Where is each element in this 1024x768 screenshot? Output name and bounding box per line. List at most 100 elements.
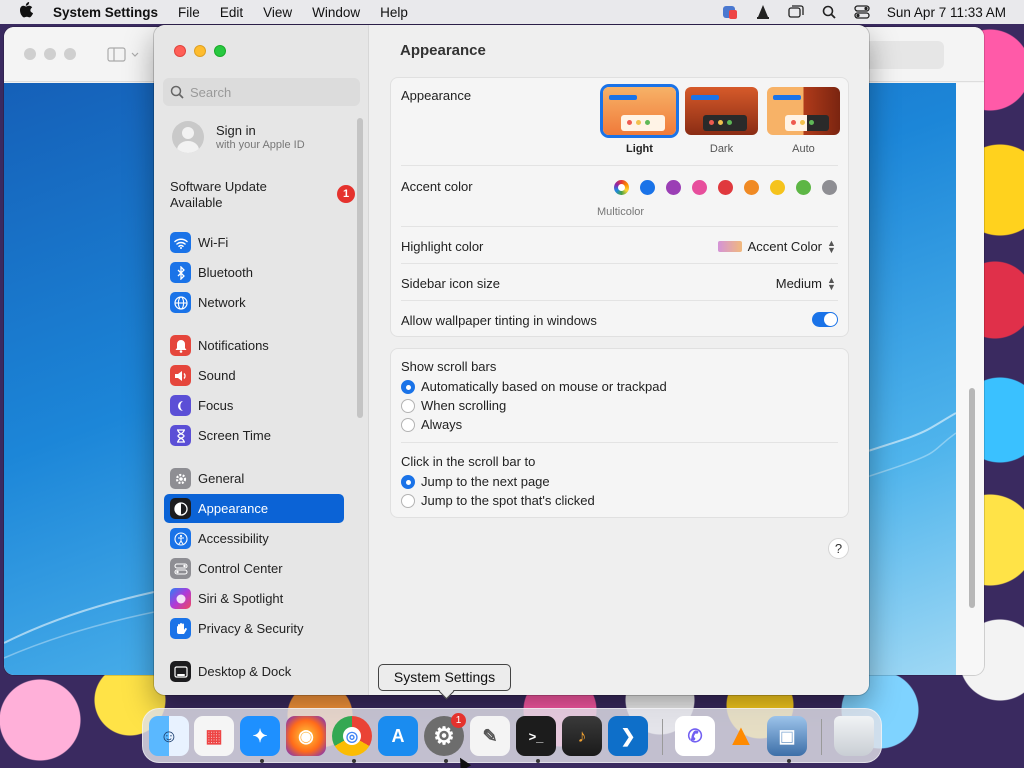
zoom-button[interactable] bbox=[214, 45, 226, 57]
apple-menu-icon[interactable] bbox=[0, 2, 52, 22]
accent-purple-swatch[interactable] bbox=[666, 180, 681, 195]
accent-graphite-swatch[interactable] bbox=[822, 180, 837, 195]
dock-icon bbox=[170, 661, 191, 682]
radio-selected[interactable] bbox=[401, 379, 415, 394]
appearance-dark-option[interactable] bbox=[685, 87, 758, 135]
menu-file[interactable]: File bbox=[168, 5, 210, 20]
jump-to-spot-option[interactable]: Jump to the spot that's clicked bbox=[401, 493, 595, 508]
main-pane: Appearance Appearance Light Dark Auto Ac… bbox=[370, 25, 869, 695]
chrome-icon[interactable]: ◎ bbox=[332, 716, 372, 756]
sidebar-item-wifi[interactable]: Wi-Fi bbox=[164, 228, 344, 257]
sidebar-item-notifications[interactable]: Notifications bbox=[164, 331, 344, 360]
background-window-scrollbar[interactable] bbox=[956, 83, 984, 675]
software-update-item[interactable]: Software Update Available 1 bbox=[170, 179, 355, 211]
sidebar-icon-size-popup[interactable]: Medium ▲ ▼ bbox=[776, 275, 836, 291]
minimize-button[interactable] bbox=[194, 45, 206, 57]
sidebar-item-desktop-dock[interactable]: Desktop & Dock bbox=[164, 657, 344, 686]
hand-icon bbox=[170, 618, 191, 639]
sidebar-item-label: Privacy & Security bbox=[198, 621, 304, 636]
search-icon[interactable] bbox=[821, 5, 837, 19]
vlc-icon[interactable]: ▲ bbox=[721, 716, 761, 756]
moon-icon bbox=[170, 395, 191, 416]
help-button[interactable]: ? bbox=[828, 538, 849, 559]
search-field[interactable]: Search bbox=[163, 78, 360, 106]
sidebar-item-privacy-security[interactable]: Privacy & Security bbox=[164, 614, 344, 643]
accent-pink-swatch[interactable] bbox=[692, 180, 707, 195]
menu-bar: System Settings File Edit View Window He… bbox=[0, 0, 1024, 24]
background-window-address-bar[interactable] bbox=[864, 41, 944, 69]
appearance-auto-label: Auto bbox=[792, 143, 815, 155]
accent-red-swatch[interactable] bbox=[718, 180, 733, 195]
menu-help[interactable]: Help bbox=[370, 5, 418, 20]
terminal-icon[interactable]: >_ bbox=[516, 716, 556, 756]
viber-icon[interactable]: ✆ bbox=[675, 716, 715, 756]
control-center-icon[interactable] bbox=[854, 5, 870, 19]
garageband-icon[interactable]: ♪ bbox=[562, 716, 602, 756]
launchpad-icon[interactable]: ▦ bbox=[194, 716, 234, 756]
radio-label: Always bbox=[421, 417, 463, 432]
sidebar-item-network[interactable]: Network bbox=[164, 288, 344, 317]
sidebar-item-control-center[interactable]: Control Center bbox=[164, 554, 344, 583]
sidebar: Search Sign in with your Apple ID Softwa… bbox=[154, 25, 369, 695]
highlight-swatch bbox=[717, 241, 742, 252]
sidebar-item-bluetooth[interactable]: Bluetooth bbox=[164, 258, 344, 287]
dock-separator bbox=[662, 719, 663, 755]
sidebar-item-focus[interactable]: Focus bbox=[164, 391, 344, 420]
radio-label: When scrolling bbox=[421, 398, 507, 413]
sidebar-item-accessibility[interactable]: Accessibility bbox=[164, 524, 344, 553]
trash-icon[interactable] bbox=[834, 716, 874, 756]
apple-id-signin[interactable]: Sign in with your Apple ID bbox=[172, 121, 305, 153]
sidebar-scrollbar[interactable] bbox=[357, 118, 363, 418]
firefox-icon[interactable]: ◉ bbox=[286, 716, 326, 756]
sidebar-item-siri-spotlight[interactable]: Siri & Spotlight bbox=[164, 584, 344, 613]
radio-unselected[interactable] bbox=[401, 417, 415, 432]
sidebar-item-label: Notifications bbox=[198, 338, 269, 353]
textedit-icon[interactable]: ✎ bbox=[470, 716, 510, 756]
close-button[interactable] bbox=[174, 45, 186, 57]
scroll-bars-always-option[interactable]: Always bbox=[401, 417, 462, 432]
sidebar-item-label: Sound bbox=[198, 368, 236, 383]
search-icon bbox=[170, 85, 184, 99]
avatar bbox=[172, 121, 204, 153]
radio-unselected[interactable] bbox=[401, 493, 415, 508]
accent-yellow-swatch[interactable] bbox=[770, 180, 785, 195]
preview-icon[interactable]: ▣ bbox=[767, 716, 807, 756]
menu-view[interactable]: View bbox=[253, 5, 302, 20]
sidebar-item-sound[interactable]: Sound bbox=[164, 361, 344, 390]
appearance-auto-option[interactable] bbox=[767, 87, 840, 135]
accent-blue-swatch[interactable] bbox=[640, 180, 655, 195]
vlc-icon[interactable] bbox=[755, 5, 771, 19]
accent-orange-swatch[interactable] bbox=[744, 180, 759, 195]
app-badge-icon[interactable] bbox=[722, 5, 738, 19]
app-store-icon[interactable]: A bbox=[378, 716, 418, 756]
vscode-icon[interactable]: ❯ bbox=[608, 716, 648, 756]
sidebar-item-label: Desktop & Dock bbox=[198, 664, 292, 679]
jump-next-page-option[interactable]: Jump to the next page bbox=[401, 474, 550, 489]
menu-edit[interactable]: Edit bbox=[210, 5, 253, 20]
click-scroll-bar-label: Click in the scroll bar to bbox=[401, 454, 536, 469]
radio-selected[interactable] bbox=[401, 474, 415, 489]
radio-unselected[interactable] bbox=[401, 398, 415, 413]
menubar-clock[interactable]: Sun Apr 7 11:33 AM bbox=[887, 5, 1006, 20]
appearance-light-option[interactable] bbox=[603, 87, 676, 135]
accent-green-swatch[interactable] bbox=[796, 180, 811, 195]
scroll-bars-automatic-option[interactable]: Automatically based on mouse or trackpad bbox=[401, 379, 667, 394]
highlight-color-popup[interactable]: Accent Color ▲ ▼ bbox=[717, 238, 836, 254]
app-menu[interactable]: System Settings bbox=[52, 5, 168, 20]
sidebar-item-appearance[interactable]: Appearance bbox=[164, 494, 344, 523]
highlight-color-value: Accent Color bbox=[747, 239, 822, 254]
scroll-bars-when-scrolling-option[interactable]: When scrolling bbox=[401, 398, 506, 413]
accent-multicolor-swatch[interactable] bbox=[614, 180, 629, 195]
software-update-label: Software Update Available bbox=[170, 179, 267, 210]
sidebar-item-screen-time[interactable]: Screen Time bbox=[164, 421, 344, 450]
menu-window[interactable]: Window bbox=[302, 5, 370, 20]
wifi-icon bbox=[170, 232, 191, 253]
finder-icon[interactable]: ☺ bbox=[149, 716, 189, 756]
sidebar-item-general[interactable]: General bbox=[164, 464, 344, 493]
window-icon[interactable] bbox=[788, 5, 804, 19]
safari-icon[interactable]: ✦ bbox=[240, 716, 280, 756]
sidebar-item-label: Appearance bbox=[198, 501, 269, 516]
sidebar-toggle-icon[interactable] bbox=[106, 45, 142, 65]
running-indicator bbox=[787, 759, 791, 763]
wallpaper-tinting-toggle[interactable] bbox=[812, 312, 838, 327]
